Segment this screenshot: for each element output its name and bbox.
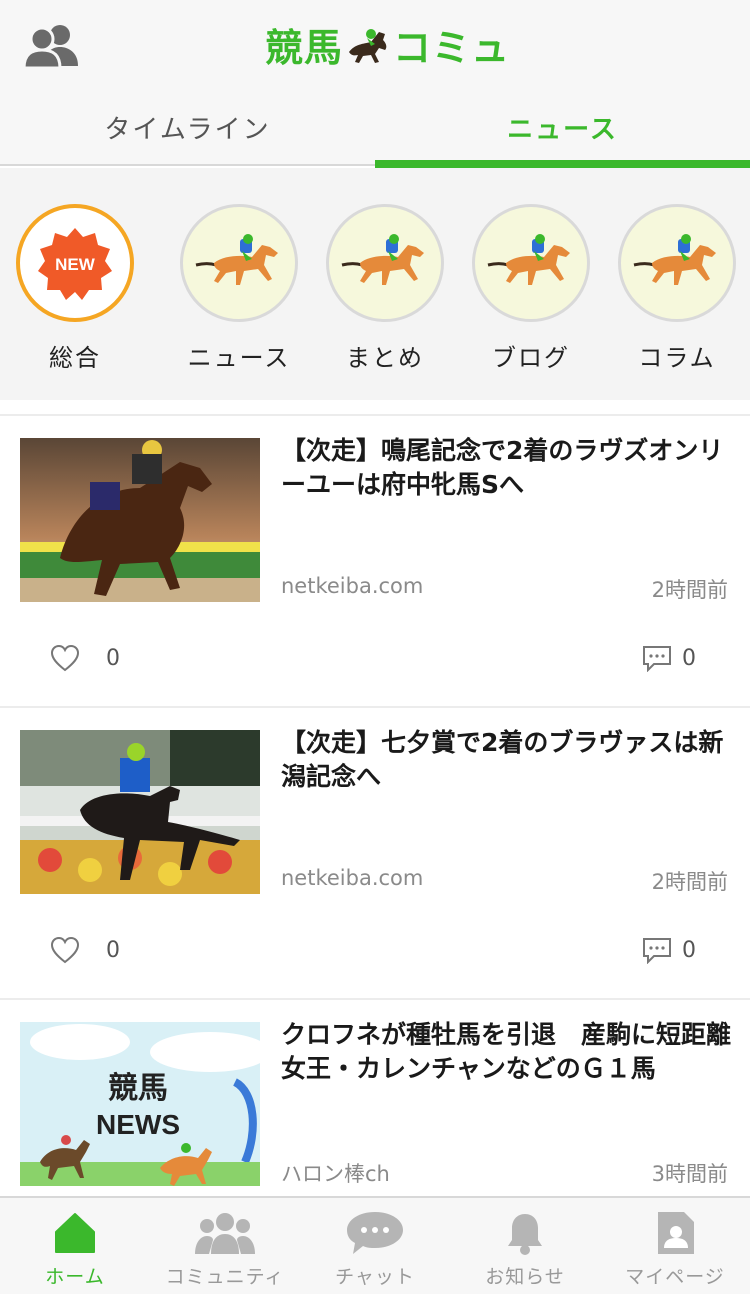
horse-racing-icon [195,234,278,285]
like-button[interactable]: 0 [50,936,120,964]
category-strip: NEW 総合 ニュース まとめ ブログ コラム [0,168,750,400]
article-time: 2時間前 [651,578,728,602]
home-icon [55,1213,95,1253]
category-matome[interactable]: まとめ [312,204,458,400]
like-count: 0 [106,645,120,671]
comment-button[interactable]: 0 [642,644,696,672]
article-source: netkeiba.com [281,574,424,598]
category-column-circle [618,204,736,322]
nav-label: マイページ [625,1266,725,1288]
top-tabs: タイムライン ニュース [0,88,750,168]
comment-icon [643,646,671,672]
app-logo: 競馬 コミュ [265,18,510,70]
community-icon [195,1213,255,1254]
logo-text-right: コミュ [393,25,511,70]
nav-label: コミュニティ [165,1266,285,1288]
article-source: netkeiba.com [281,866,424,890]
article-title[interactable]: 【次走】鳴尾記念で2着のラヴズオンリーユーは府中牝馬Sへ [281,434,731,502]
comment-count: 0 [682,645,696,671]
news-card[interactable]: 【次走】鳴尾記念で2着のラヴズオンリーユーは府中牝馬Sへ netkeiba.co… [0,414,750,706]
category-blog-circle [472,204,590,322]
category-label: ブログ [492,344,570,372]
article-thumbnail [20,730,260,894]
news-feed: 【次走】鳴尾記念で2着のラヴズオンリーユーは府中牝馬Sへ netkeiba.co… [0,414,750,1290]
comment-button[interactable]: 0 [642,936,696,964]
logo-text-left: 競馬 [265,25,344,70]
chat-icon [347,1212,403,1254]
category-all[interactable]: NEW 総合 [16,204,134,400]
article-source: ハロン棒ch [281,1162,390,1186]
article-title[interactable]: クロフネが種牡馬を引退 産駒に短距離女王・カレンチャンなどのＧ１馬 [281,1018,731,1086]
article-thumbnail: 競馬 NEWS [20,1022,260,1186]
category-column[interactable]: コラム [604,204,750,400]
news-card[interactable]: 【次走】七夕賞で2着のブラヴァスは新潟記念へ netkeiba.com 2時間前… [0,706,750,998]
heart-icon [50,936,80,964]
nav-home[interactable]: ホーム [0,1198,150,1294]
users-icon [22,25,78,70]
horse-logo-icon [349,29,387,63]
category-news[interactable]: ニュース [166,204,312,400]
article-thumbnail [20,438,260,602]
category-label: 総合 [49,344,101,372]
nav-label: ホーム [45,1266,105,1288]
app-header: 競馬 コミュ タイムライン ニュース [0,0,750,168]
comment-count: 0 [682,937,696,963]
nav-community[interactable]: コミュニティ [150,1198,300,1294]
comment-icon [643,938,671,964]
category-label: コラム [638,344,716,372]
article-time: 3時間前 [651,1162,728,1186]
category-all-circle: NEW [16,204,134,322]
nav-chat[interactable]: チャット [300,1198,450,1294]
tab-timeline[interactable]: タイムライン [0,88,375,166]
nav-notifications[interactable]: お知らせ [450,1198,600,1294]
article-time: 2時間前 [651,870,728,894]
horse-racing-icon [633,234,716,285]
bottom-navigation: ホーム コミュニティ チャット お知らせ マイページ [0,1196,750,1294]
nav-label: お知らせ [485,1266,565,1288]
like-button[interactable]: 0 [50,644,120,672]
like-count: 0 [106,937,120,963]
horse-racing-icon [341,234,424,285]
category-matome-circle [326,204,444,322]
profile-icon [658,1212,694,1254]
category-label: まとめ [346,344,424,372]
category-blog[interactable]: ブログ [458,204,604,400]
nav-mypage[interactable]: マイページ [600,1198,750,1294]
new-badge-text: NEW [55,255,96,274]
horse-racing-icon [487,234,570,285]
category-news-circle [180,204,298,322]
heart-icon [50,644,80,672]
thumbnail-text-keiba: 競馬 [108,1072,168,1105]
category-label: ニュース [187,344,291,372]
tab-news[interactable]: ニュース [375,88,750,168]
new-badge-icon: NEW [38,228,112,300]
nav-label: チャット [335,1266,415,1288]
bell-icon [508,1214,542,1255]
article-title[interactable]: 【次走】七夕賞で2着のブラヴァスは新潟記念へ [281,726,731,794]
community-button[interactable] [22,22,80,70]
thumbnail-text-news: NEWS [96,1109,180,1140]
